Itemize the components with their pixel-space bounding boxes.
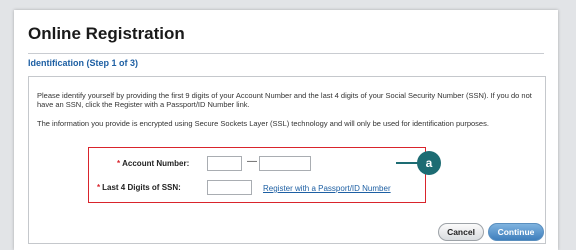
continue-button[interactable]: Continue bbox=[488, 223, 544, 241]
registration-card: Online Registration Identification (Step… bbox=[14, 10, 558, 250]
required-marker: * bbox=[117, 159, 121, 168]
cancel-button[interactable]: Cancel bbox=[438, 223, 484, 241]
account-number-label: * Account Number: bbox=[117, 159, 189, 168]
ssn-label: * Last 4 Digits of SSN: bbox=[97, 183, 181, 192]
account-number-part2-input[interactable] bbox=[259, 156, 311, 171]
ssn-last4-input[interactable] bbox=[207, 180, 252, 195]
title-divider bbox=[28, 53, 544, 54]
page-title: Online Registration bbox=[28, 24, 185, 43]
identification-panel: Please identify yourself by providing th… bbox=[28, 76, 546, 244]
instructions-paragraph: Please identify yourself by providing th… bbox=[37, 91, 532, 109]
ssn-label-text: Last 4 Digits of SSN: bbox=[102, 183, 181, 192]
account-number-separator: — bbox=[247, 156, 257, 167]
encryption-notice: The information you provide is encrypted… bbox=[37, 119, 489, 128]
register-passport-link[interactable]: Register with a Passport/ID Number bbox=[263, 184, 391, 193]
callout-connector bbox=[396, 162, 418, 164]
required-marker: * bbox=[97, 183, 101, 192]
callout-marker: a bbox=[417, 151, 441, 175]
account-number-label-text: Account Number: bbox=[122, 159, 190, 168]
identification-fields-highlight: * Account Number: — * Last 4 Digits of SSN… bbox=[88, 147, 426, 203]
account-number-part1-input[interactable] bbox=[207, 156, 242, 171]
step-heading: Identification (Step 1 of 3) bbox=[28, 58, 139, 68]
